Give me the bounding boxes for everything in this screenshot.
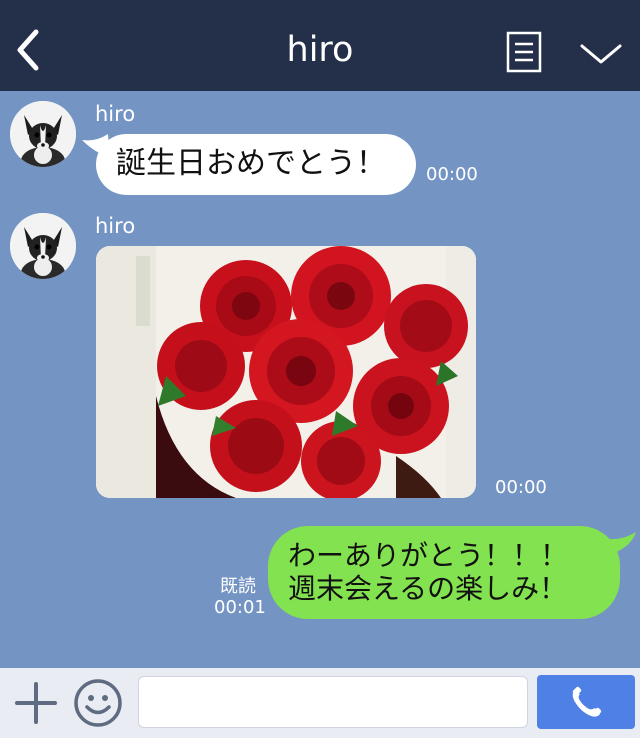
sender-name: hiro bbox=[95, 214, 136, 238]
chihuahua-avatar-image bbox=[10, 213, 76, 279]
message-time: 00:01 bbox=[214, 597, 266, 618]
plus-icon bbox=[15, 682, 57, 724]
emoji-button[interactable] bbox=[73, 678, 123, 728]
avatar[interactable] bbox=[10, 213, 76, 279]
chihuahua-avatar-image bbox=[10, 101, 76, 167]
avatar[interactable] bbox=[10, 101, 76, 167]
message-bubble[interactable]: 誕生日おめでとう！ bbox=[96, 134, 416, 195]
message-text-line: 週末会えるの楽しみ！ bbox=[288, 572, 568, 605]
read-receipt: 既読 bbox=[220, 576, 256, 597]
menu-button[interactable] bbox=[506, 31, 542, 73]
message-text-line: わーありがとう！！！ bbox=[288, 539, 569, 572]
message-bubble[interactable]: わーありがとう！！！ 週末会えるの楽しみ！ bbox=[268, 526, 620, 619]
message-time: 00:00 bbox=[426, 164, 478, 185]
collapse-button[interactable] bbox=[578, 40, 624, 68]
image-message[interactable] bbox=[96, 246, 476, 498]
add-button[interactable] bbox=[14, 681, 58, 725]
message-input[interactable] bbox=[138, 676, 528, 728]
chat-area[interactable]: hiro 誕生日おめでとう！ 00:00 hiro 00:00 既読 00:01… bbox=[0, 91, 640, 668]
chevron-down-icon bbox=[580, 44, 622, 64]
chat-title: hiro bbox=[286, 30, 354, 70]
call-button[interactable] bbox=[537, 675, 635, 729]
phone-icon bbox=[572, 686, 602, 717]
red-roses-image bbox=[96, 246, 476, 498]
list-icon bbox=[506, 31, 542, 73]
sender-name: hiro bbox=[95, 102, 136, 126]
chat-header: hiro bbox=[0, 0, 640, 91]
message-text: 誕生日おめでとう！ bbox=[116, 146, 386, 181]
message-time: 00:00 bbox=[495, 477, 547, 498]
smiley-icon bbox=[74, 679, 122, 727]
